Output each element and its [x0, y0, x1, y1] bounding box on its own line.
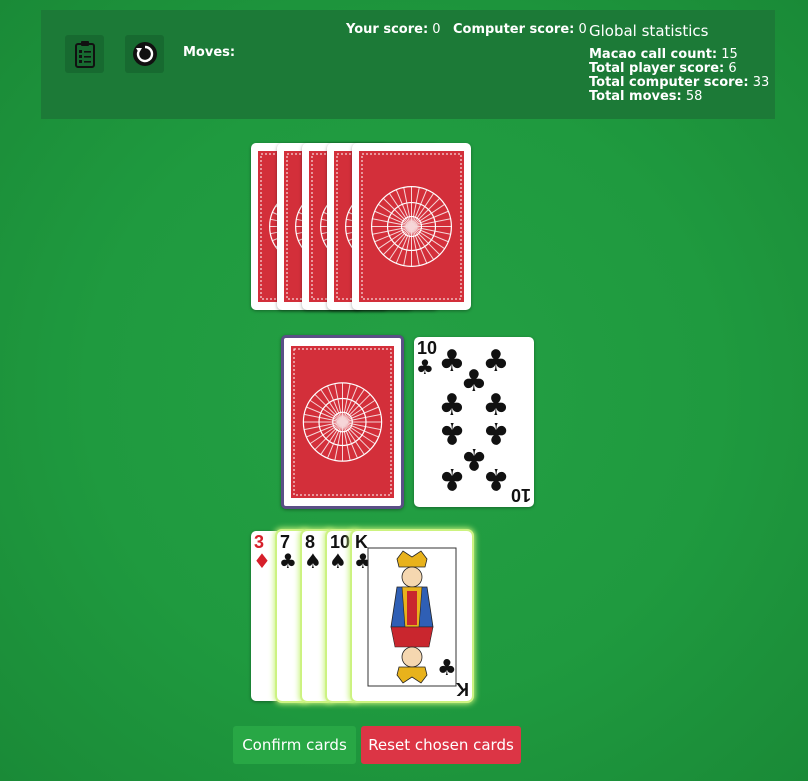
card-rank-bottom: 10 — [510, 485, 531, 505]
club-pips: ♣ ♣♣♣ ♣♣ ♣♣♣ ♣ — [439, 344, 510, 496]
svg-text:♣: ♣ — [437, 656, 457, 681]
card-suit: ♦ — [253, 549, 271, 573]
player-score-value: 0 — [432, 22, 441, 37]
total-player-score: Total player score: 6 — [589, 61, 737, 76]
moves-label: Moves: — [183, 45, 236, 60]
card-back-pattern — [291, 346, 394, 498]
confirm-cards-button[interactable]: Confirm cards — [233, 726, 356, 764]
clipboard-list-icon — [74, 41, 95, 68]
macao-call-count: Macao call count: 15 — [589, 47, 738, 62]
restart-button[interactable] — [125, 35, 164, 73]
score-panel: Your score: 0 Computer score: 0 — [346, 22, 587, 37]
rules-button[interactable] — [65, 35, 104, 73]
club-pip: ♣ — [439, 461, 466, 496]
restart-icon — [132, 42, 157, 66]
global-statistics: Global statistics Macao call count: 15 T… — [589, 24, 769, 104]
reset-chosen-cards-button[interactable]: Reset chosen cards — [361, 726, 521, 764]
opponent-card — [352, 143, 471, 310]
total-computer-score: Total computer score: 33 — [589, 75, 770, 90]
card-rank-bottom: K — [456, 679, 469, 699]
statistics-title: Global statistics — [589, 22, 709, 40]
card-back-pattern — [359, 151, 464, 302]
card-suit: ♣ — [279, 549, 297, 573]
computer-score-value: 0 — [578, 22, 587, 37]
total-moves: Total moves: 58 — [589, 89, 703, 104]
card-suit: ♠ — [329, 549, 347, 573]
draw-pile[interactable] — [281, 335, 404, 509]
computer-score-label: Computer score: — [452, 22, 575, 37]
discard-pile-card: 10 ♣ ♣ ♣ ♣ ♣ ♣ ♣ ♣ ♣ ♣ ♣ 10 — [414, 337, 534, 507]
club-pip: ♣ — [483, 461, 510, 496]
card-suit: ♠ — [304, 549, 322, 573]
player-card-selected[interactable]: K ♣ ♣ K — [352, 531, 472, 701]
player-score-label: Your score: — [346, 22, 429, 37]
king-of-clubs-illustration: ♣ — [367, 547, 457, 687]
top-bar: Moves: Your score: 0 Computer score: 0 G… — [41, 10, 775, 119]
